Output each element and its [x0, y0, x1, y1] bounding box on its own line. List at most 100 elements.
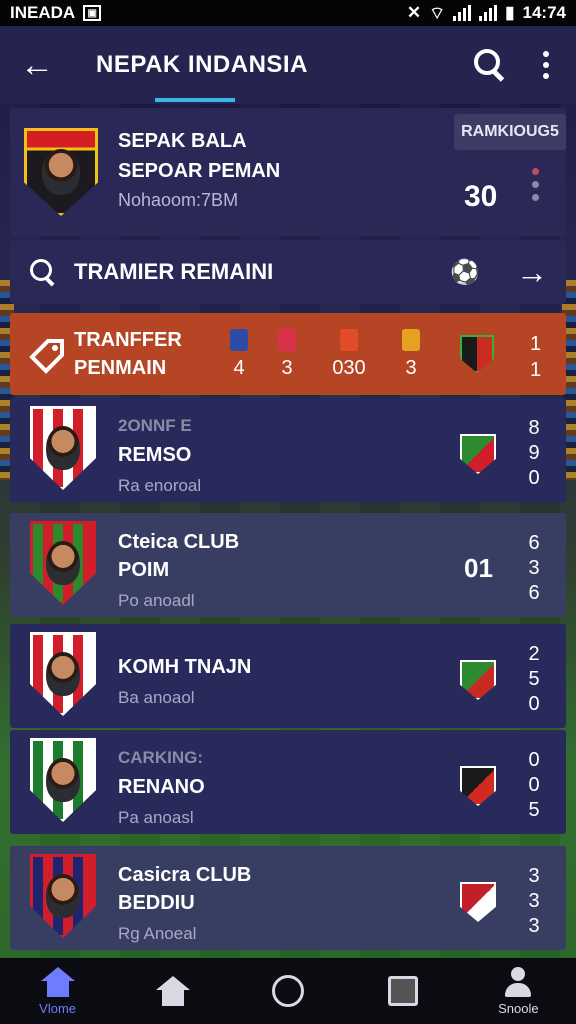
club-row-line-1: Cteica CLUB: [118, 531, 240, 553]
club-row[interactable]: CARKING: RENANO Pa anoasl 0 0 5: [10, 730, 566, 834]
club-row-stat: 2: [528, 643, 540, 665]
club-crest-icon: [460, 434, 496, 474]
player-avatar: [46, 541, 80, 585]
club-row[interactable]: KOMH TNAJN Ba anoaol 2 5 0: [10, 624, 566, 728]
club-row-line-3: Pa anoasl: [118, 808, 194, 827]
player-avatar: [41, 149, 81, 195]
nav-square[interactable]: [363, 976, 443, 1006]
signal-icon-2: [479, 5, 498, 21]
signal-icon: [453, 5, 472, 21]
club-mini-crest-icon: [230, 329, 248, 351]
wifi-icon: ⌔: [429, 3, 446, 23]
status-bar: INEADA ▣ ✕ ⌔ ▮ 14:74: [0, 0, 576, 26]
clock: 14:74: [522, 3, 566, 22]
transfer-tag-icon: [29, 339, 64, 374]
club-row-score: 01: [464, 553, 493, 583]
transfer-stat: 3: [260, 329, 314, 380]
mute-icon: ✕: [406, 3, 422, 22]
club-row-stats: 0 0 5: [524, 748, 544, 823]
profile-line-1: SEPAK BALA: [118, 130, 247, 152]
more-vert-icon[interactable]: [536, 51, 556, 79]
club-row-stats: 6 3 6: [524, 531, 544, 606]
transfer-stat-value: 3: [405, 357, 417, 379]
club-mini-crest-icon: [402, 329, 420, 351]
tab-indicator: [155, 98, 235, 102]
transfer-stat-value: 4: [233, 357, 245, 379]
transfer-stat-value: 030: [332, 357, 366, 379]
search-row-label: TRAMIER REMAINI: [74, 259, 274, 284]
club-row-stat: 5: [528, 799, 540, 821]
player-avatar: [46, 426, 80, 470]
club-row-stat: 3: [528, 557, 540, 579]
nav-home-label: Vlome: [39, 1000, 77, 1016]
transfer-title-line-2: PENMAIN: [74, 357, 167, 379]
search-icon: [28, 257, 58, 287]
player-avatar: [46, 874, 80, 918]
arrow-right-icon[interactable]: →: [516, 256, 548, 288]
club-row-stat: 6: [528, 582, 540, 604]
nav-profile-label: Snoole: [498, 1000, 539, 1016]
club-row-stat: 5: [528, 668, 540, 690]
club-row[interactable]: Casicra CLUB BEDDIU Rg Anoeal 3 3 3: [10, 846, 566, 950]
transfer-stat: 030: [322, 329, 376, 380]
search-row[interactable]: TRAMIER REMAINI ⚽ →: [10, 240, 566, 304]
club-row-stats: 2 5 0: [524, 642, 544, 717]
notification-icon: ▣: [83, 5, 102, 21]
club-row-line-3: Ba anoaol: [118, 688, 195, 707]
club-row-stat: 3: [528, 915, 540, 937]
app-bar: ← NEPAK INDANSIA: [0, 26, 576, 104]
nav-profile[interactable]: Snoole: [478, 966, 558, 1016]
club-row[interactable]: Cteica CLUB POIM Po anoadl 01 6 3 6: [10, 513, 566, 617]
club-mini-crest-icon: [340, 329, 358, 351]
profile-card[interactable]: SEPAK BALA SEPOAR PEMAN Nohaoom:7BM RAMK…: [10, 108, 566, 236]
player-crest: [30, 406, 96, 490]
transfer-stat: 3: [384, 329, 438, 380]
club-crest-icon: [460, 766, 496, 806]
club-row-line-3: Po anoadl: [118, 591, 195, 610]
page-title: NEPAK INDANSIA: [96, 51, 308, 78]
transfer-banner[interactable]: TRANFFER PENMAIN 4 3 030 3 1 1: [10, 313, 566, 395]
player-avatar: [46, 652, 80, 696]
player-avatar: [46, 758, 80, 802]
club-row-line-2: RENANO: [118, 776, 205, 798]
transfer-side-values: 1 1: [530, 331, 541, 383]
club-row-line-3: Rg Anoeal: [118, 924, 197, 943]
club-row[interactable]: 2ONNF E REMSO Ra enoroal 8 9 0: [10, 398, 566, 502]
ranking-badge[interactable]: RAMKIOUG5: [454, 114, 566, 150]
club-row-line-2: POIM: [118, 559, 170, 581]
profile-number: 30: [464, 180, 498, 213]
transfer-stat-value: 3: [281, 357, 293, 379]
circle-icon: [271, 975, 304, 1007]
home-icon: [40, 966, 75, 997]
transfer-side-value: 1: [530, 333, 542, 355]
profile-more-icon[interactable]: [532, 168, 539, 201]
player-crest: [30, 632, 96, 716]
club-row-line-2: BEDDIU: [118, 892, 195, 914]
club-crest-icon: [460, 660, 496, 700]
club-row-stat: 3: [528, 890, 540, 912]
player-crest: [30, 521, 96, 605]
back-arrow-icon[interactable]: ←: [20, 48, 60, 82]
nav-home-2[interactable]: [133, 976, 213, 1006]
person-icon: [502, 966, 534, 997]
club-row-stat: 0: [528, 693, 540, 715]
battery-icon: ▮: [505, 3, 515, 22]
search-icon[interactable]: [470, 45, 510, 85]
nav-circle[interactable]: [248, 975, 328, 1007]
club-mini-crest-icon: [278, 329, 296, 351]
club-crest-icon: [460, 882, 496, 922]
club-row-line-1: CARKING:: [118, 748, 203, 767]
club-row-line-1: Casicra CLUB: [118, 864, 252, 886]
player-crest: [24, 128, 98, 216]
club-row-stat: 0: [528, 749, 540, 771]
carrier-label: INEADA: [10, 3, 76, 22]
football-icon[interactable]: ⚽: [450, 258, 480, 287]
profile-line-3: Nohaoom:7BM: [118, 190, 239, 210]
bottom-nav: Vlome Snoole: [0, 958, 576, 1024]
transfer-stat: 4: [212, 329, 266, 380]
nav-home[interactable]: Vlome: [18, 966, 98, 1016]
club-row-stat: 0: [528, 467, 540, 489]
club-row-stats: 3 3 3: [524, 864, 544, 939]
club-row-stat: 6: [528, 532, 540, 554]
profile-line-2: SEPOAR PEMAN: [118, 160, 281, 182]
